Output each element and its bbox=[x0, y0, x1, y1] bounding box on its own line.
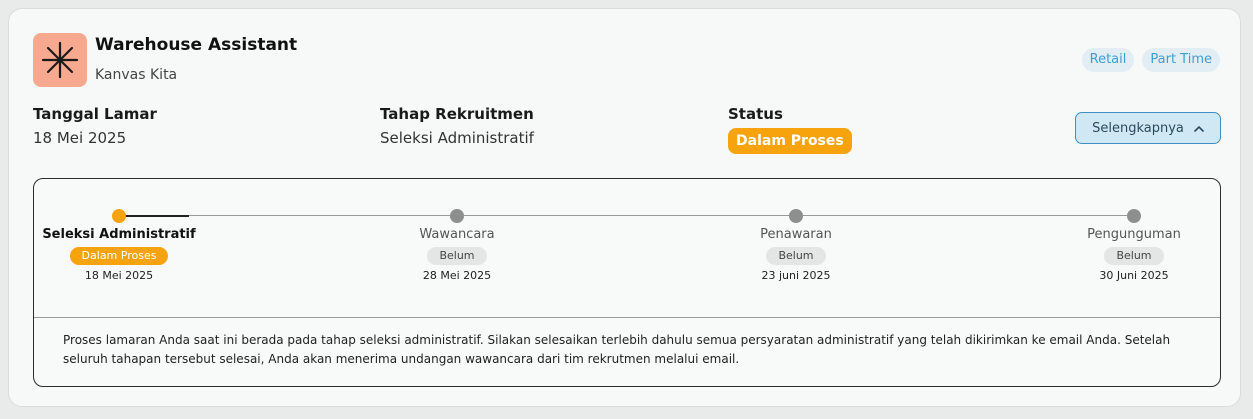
company-name: Kanvas Kita bbox=[95, 67, 178, 83]
more-details-label: Selengkapnya bbox=[1092, 120, 1184, 136]
timeline-divider bbox=[34, 317, 1220, 318]
stage-block: Tahap Rekruitmen Seleksi Administratif bbox=[380, 105, 534, 147]
status-block: Status Dalam Proses bbox=[728, 105, 852, 154]
stage-label: Tahap Rekruitmen bbox=[380, 105, 534, 123]
applied-date-value: 18 Mei 2025 bbox=[33, 129, 127, 147]
step-name: Seleksi Administratif bbox=[42, 227, 196, 242]
stage-value: Seleksi Administratif bbox=[380, 129, 534, 147]
status-badge: Dalam Proses bbox=[728, 128, 852, 154]
step-status-badge: Belum bbox=[766, 247, 826, 265]
step-dot-active bbox=[112, 209, 126, 223]
step-dot bbox=[450, 209, 464, 223]
applied-date-label: Tanggal Lamar bbox=[33, 105, 157, 123]
step-date: 18 Mei 2025 bbox=[84, 269, 154, 282]
timeline-step-administrative: Seleksi Administratif Dalam Proses 18 Me… bbox=[29, 209, 209, 282]
tag-retail: Retail bbox=[1081, 48, 1135, 72]
timeline-step-announcement: Pengunguman Belum 30 Juni 2025 bbox=[1044, 209, 1224, 282]
step-status-badge: Belum bbox=[427, 247, 487, 265]
step-status-badge: Belum bbox=[1104, 247, 1164, 265]
timeline-track bbox=[119, 215, 1135, 216]
company-logo bbox=[33, 33, 87, 87]
job-title: Warehouse Assistant bbox=[95, 35, 298, 55]
job-tags: Retail Part Time bbox=[1081, 48, 1220, 72]
application-card: Warehouse Assistant Kanvas Kita Retail P… bbox=[8, 8, 1241, 407]
step-name: Pengunguman bbox=[1087, 227, 1181, 242]
step-date: 30 Juni 2025 bbox=[1099, 269, 1169, 282]
applied-date-block: Tanggal Lamar 18 Mei 2025 bbox=[33, 105, 157, 147]
recruitment-timeline: Seleksi Administratif Dalam Proses 18 Me… bbox=[33, 178, 1221, 387]
asterisk-logo-icon bbox=[41, 41, 79, 79]
step-dot bbox=[1127, 209, 1141, 223]
step-dot bbox=[789, 209, 803, 223]
tag-part-time: Part Time bbox=[1142, 48, 1220, 72]
chevron-up-icon bbox=[1194, 125, 1204, 132]
step-name: Wawancara bbox=[419, 227, 495, 242]
timeline-step-interview: Wawancara Belum 28 Mei 2025 bbox=[367, 209, 547, 282]
step-status-badge: Dalam Proses bbox=[69, 247, 169, 265]
step-date: 23 juni 2025 bbox=[761, 269, 831, 282]
more-details-button[interactable]: Selengkapnya bbox=[1075, 112, 1221, 144]
step-date: 28 Mei 2025 bbox=[422, 269, 492, 282]
timeline-step-offer: Penawaran Belum 23 juni 2025 bbox=[706, 209, 886, 282]
stage-description: Proses lamaran Anda saat ini berada pada… bbox=[63, 333, 1171, 366]
step-name: Penawaran bbox=[760, 227, 832, 242]
status-label: Status bbox=[728, 105, 783, 123]
